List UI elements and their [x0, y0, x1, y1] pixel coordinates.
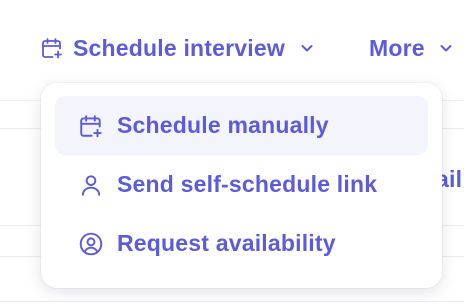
action-bar: Schedule interview More	[0, 0, 464, 96]
menu-item-request-availability[interactable]: Request availability	[55, 214, 428, 273]
user-icon	[78, 172, 104, 198]
schedule-interview-dropdown: Schedule manually Send self-schedule lin…	[41, 83, 442, 288]
chevron-down-icon	[298, 39, 316, 57]
calendar-plus-icon	[40, 36, 64, 60]
user-circle-icon	[78, 231, 104, 257]
schedule-interview-button[interactable]: Schedule interview	[40, 28, 316, 68]
menu-item-label: Request availability	[117, 230, 336, 256]
more-label: More	[369, 34, 425, 61]
schedule-interview-label: Schedule interview	[73, 34, 285, 61]
chevron-down-icon	[437, 39, 455, 57]
calendar-plus-icon	[78, 113, 104, 139]
menu-item-label: Send self-schedule link	[117, 171, 378, 197]
menu-item-label: Schedule manually	[117, 112, 329, 138]
table-row-divider	[0, 301, 464, 302]
menu-item-send-self-schedule-link[interactable]: Send self-schedule link	[55, 155, 428, 214]
menu-item-schedule-manually[interactable]: Schedule manually	[55, 96, 428, 155]
more-button[interactable]: More	[369, 28, 455, 68]
